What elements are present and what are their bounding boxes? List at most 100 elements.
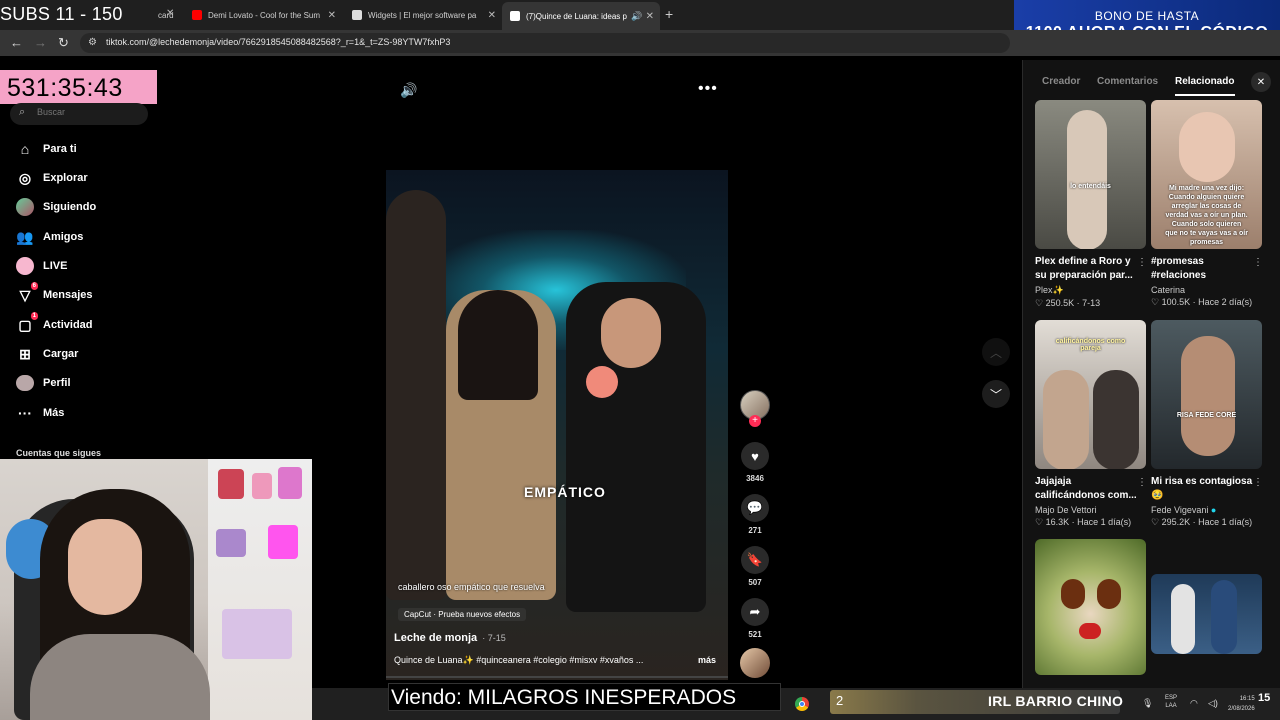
nav-item-cargar[interactable]: ⊞ Cargar: [16, 344, 78, 364]
volume-icon[interactable]: 🔊: [400, 82, 417, 99]
share-button[interactable]: ➦ 521: [740, 598, 770, 639]
tab-close-icon[interactable]: ✕: [646, 11, 654, 22]
video-player[interactable]: 🔊 ••• EMPÁTICO caballero oso empático qu…: [386, 70, 728, 680]
nav-label: Explorar: [43, 172, 88, 184]
card-title[interactable]: Mi risa es contagiosa 🥹: [1151, 475, 1263, 503]
browser-tab[interactable]: Widgets | El mejor software pa ✕: [344, 4, 502, 26]
nav-item-amigos[interactable]: 👥 Amigos: [16, 227, 83, 247]
tab-label: Demi Lovato - Cool for the Sum: [208, 10, 321, 20]
following-avatar-icon: [16, 198, 34, 216]
card-more-icon[interactable]: ⋮: [1253, 477, 1263, 488]
sound-avatar[interactable]: [740, 648, 770, 678]
nav-item-para-ti[interactable]: ⌂ Para ti: [16, 139, 77, 159]
nav-item-perfil[interactable]: Perfil: [16, 373, 71, 393]
related-video-card[interactable]: lo entendáis Plex define a Roro y su pre…: [1035, 100, 1147, 309]
webcam-shelf: [208, 459, 312, 720]
nav-label: Amigos: [43, 231, 84, 243]
tab-close-icon[interactable]: ✕: [488, 10, 496, 21]
nav-item-mas[interactable]: ··· Más: [16, 403, 64, 423]
clock-date: 2/08/2026: [1228, 706, 1255, 712]
forward-arrow-icon[interactable]: →: [34, 35, 47, 50]
related-video-card[interactable]: [1151, 574, 1263, 654]
search-box[interactable]: ⌕: [10, 103, 148, 125]
nav-item-siguiendo[interactable]: Siguiendo: [16, 197, 96, 217]
previous-video-button[interactable]: ︿: [982, 338, 1010, 366]
video-author[interactable]: Leche de monja · 7-15: [394, 632, 506, 644]
card-meta: ♡ 295.2K · Hace 1 día(s): [1151, 517, 1263, 528]
related-video-card[interactable]: [1035, 539, 1147, 675]
site-info-icon[interactable]: ⚙: [88, 37, 97, 48]
shelf-figure: [278, 467, 302, 499]
next-video-button[interactable]: ﹀: [982, 380, 1010, 408]
card-more-icon[interactable]: ⋮: [1253, 257, 1263, 268]
tab-comentarios[interactable]: Comentarios: [1097, 76, 1158, 87]
card-author[interactable]: Majo De Vettori: [1035, 505, 1147, 515]
card-time: · Hace 1 día(s): [1192, 517, 1253, 527]
back-arrow-icon[interactable]: ←: [10, 35, 23, 50]
language-indicator[interactable]: ESP LAA: [1165, 694, 1177, 710]
video-more-options-icon[interactable]: •••: [698, 80, 718, 98]
tab-close-icon[interactable]: ✕: [328, 10, 336, 21]
nav-item-explorar[interactable]: ◎ Explorar: [16, 168, 88, 188]
reload-icon[interactable]: ↻: [58, 35, 69, 51]
video-thumbnail[interactable]: RISA FEDE CORE: [1151, 320, 1262, 469]
related-video-card[interactable]: RISA FEDE CORE Mi risa es contagiosa 🥹 ⋮…: [1151, 320, 1263, 528]
card-title[interactable]: #promesas #relaciones: [1151, 255, 1263, 283]
webcam-person-face: [68, 519, 142, 615]
tab-creador[interactable]: Creador: [1042, 76, 1080, 87]
like-button[interactable]: ♥ 3846: [740, 442, 770, 483]
nav-item-actividad[interactable]: ▢ 1 Actividad: [16, 312, 93, 335]
search-input[interactable]: [37, 107, 137, 117]
card-author[interactable]: Plex✨: [1035, 285, 1147, 296]
card-views: 16.3K: [1045, 517, 1070, 527]
comment-button[interactable]: 💬 271: [740, 494, 770, 535]
card-title[interactable]: Jajajaja calificándonos com...: [1035, 475, 1147, 503]
notification-count[interactable]: 15: [1258, 692, 1274, 710]
related-video-card[interactable]: calificándonos como pareja Jajajaja cali…: [1035, 320, 1147, 528]
card-more-icon[interactable]: ⋮: [1137, 257, 1147, 268]
tab-audio-icon[interactable]: 🔊: [631, 11, 642, 22]
card-author[interactable]: Fede Vigevani ●: [1151, 505, 1263, 515]
follow-plus-icon[interactable]: +: [749, 415, 761, 427]
video-thumbnail[interactable]: [1151, 574, 1262, 654]
nav-item-mensajes[interactable]: ▽ 6 Mensajes: [16, 282, 93, 305]
description-more-link[interactable]: más: [698, 655, 716, 665]
browser-tab-active[interactable]: (7)Quince de Luana: ideas p 🔊 ✕: [502, 2, 660, 30]
author-name[interactable]: Leche de monja: [394, 632, 477, 644]
nav-label: Cargar: [43, 348, 79, 360]
speaker-icon[interactable]: ◁): [1208, 698, 1218, 709]
video-progress-track[interactable]: [386, 676, 728, 678]
close-icon[interactable]: ✕: [1251, 72, 1271, 92]
related-video-card[interactable]: Mi madre una vez dijo: Cuando alguien qu…: [1151, 100, 1263, 308]
card-more-icon[interactable]: ⋮: [1137, 477, 1147, 488]
nav-label: Más: [43, 407, 65, 419]
save-count: 507: [748, 578, 762, 587]
nav-label: Perfil: [43, 377, 71, 389]
video-thumbnail[interactable]: [1035, 539, 1146, 675]
home-icon: ⌂: [20, 141, 30, 157]
tab-relacionado[interactable]: Relacionado: [1175, 76, 1234, 87]
microphone-icon[interactable]: 🎙: [1142, 698, 1153, 709]
tab-close-icon[interactable]: ✕: [166, 8, 174, 19]
video-thumbnail[interactable]: lo entendáis: [1035, 100, 1146, 249]
thumbnail-text: RISA FEDE CORE: [1176, 412, 1237, 419]
capcut-link[interactable]: CapCut · Prueba nuevos efectos: [398, 608, 527, 621]
save-button[interactable]: 🔖 507: [740, 546, 770, 587]
url-field[interactable]: ⚙ tiktok.com/@lechedemonja/video/7662918…: [80, 33, 1010, 53]
shelf-figure: [216, 529, 246, 557]
language-code: ESP: [1165, 695, 1178, 701]
card-author[interactable]: Caterina: [1151, 285, 1263, 295]
card-title[interactable]: Plex define a Roro y su preparación par.…: [1035, 255, 1147, 283]
irl-title: IRL BARRIO CHINO: [988, 693, 1124, 709]
shelf-plush: [222, 609, 292, 659]
video-thumbnail[interactable]: Mi madre una vez dijo: Cuando alguien qu…: [1151, 100, 1262, 249]
wifi-icon[interactable]: ◠: [1190, 698, 1198, 709]
share-icon: ➦: [741, 598, 769, 626]
nav-item-live[interactable]: LIVE: [16, 256, 67, 276]
browser-tab[interactable]: card: [150, 4, 180, 26]
video-thumbnail[interactable]: calificándonos como pareja: [1035, 320, 1146, 469]
language-region: LAA: [1165, 703, 1177, 709]
new-tab-button[interactable]: +: [665, 6, 673, 22]
system-clock[interactable]: 16:15 2/08/2026: [1228, 694, 1255, 714]
browser-tab[interactable]: Demi Lovato - Cool for the Sum ✕: [184, 4, 342, 26]
